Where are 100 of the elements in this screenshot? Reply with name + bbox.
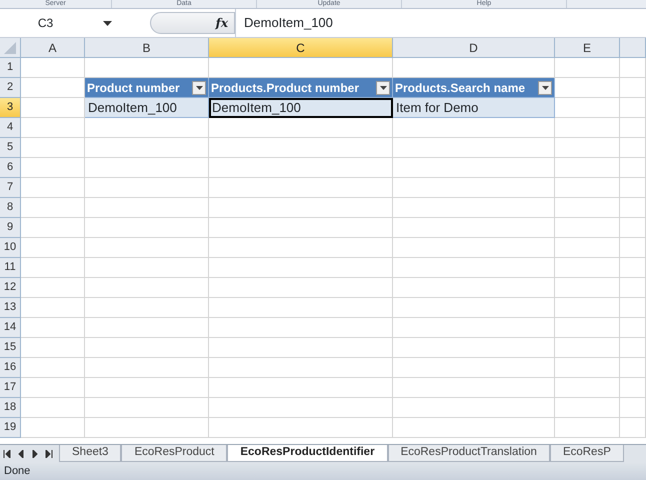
grid-cell[interactable] [555, 418, 620, 438]
grid-cell[interactable] [21, 118, 85, 138]
formula-input[interactable]: DemoItem_100 [235, 9, 646, 37]
grid-cell[interactable] [555, 258, 620, 278]
table-cell[interactable]: DemoItem_100 [209, 98, 393, 118]
grid-cell[interactable] [21, 398, 85, 418]
row-header[interactable]: 11 [0, 258, 21, 278]
grid-cell[interactable] [555, 158, 620, 178]
last-sheet-icon[interactable] [45, 450, 53, 458]
grid-cell[interactable] [620, 78, 646, 98]
grid-cell[interactable] [209, 318, 393, 338]
grid-cell[interactable] [620, 218, 646, 238]
row-header[interactable]: 17 [0, 378, 21, 398]
grid-cell[interactable] [620, 198, 646, 218]
grid-cell[interactable] [620, 118, 646, 138]
grid-cell[interactable] [21, 338, 85, 358]
grid-cell[interactable] [21, 158, 85, 178]
grid-cell[interactable] [393, 318, 555, 338]
grid-cell[interactable] [21, 318, 85, 338]
grid-cell[interactable] [85, 398, 209, 418]
grid-cell[interactable] [393, 138, 555, 158]
grid-cell[interactable] [620, 238, 646, 258]
grid-cell[interactable] [555, 218, 620, 238]
grid-cell[interactable] [393, 238, 555, 258]
grid-cell[interactable] [555, 358, 620, 378]
grid-cell[interactable] [393, 358, 555, 378]
grid-cell[interactable] [21, 218, 85, 238]
table-cell[interactable]: Item for Demo [393, 98, 555, 118]
grid-cell[interactable] [555, 378, 620, 398]
grid-cell[interactable] [85, 138, 209, 158]
grid-cell[interactable] [555, 278, 620, 298]
grid-cell[interactable] [555, 178, 620, 198]
table-cell[interactable]: DemoItem_100 [85, 98, 209, 118]
column-header[interactable]: E [555, 38, 620, 58]
grid-cell[interactable] [555, 138, 620, 158]
grid-cell[interactable] [85, 178, 209, 198]
grid-cell[interactable] [620, 178, 646, 198]
grid-cell[interactable] [85, 318, 209, 338]
grid-cell[interactable] [209, 138, 393, 158]
row-header[interactable]: 4 [0, 118, 21, 138]
column-header[interactable]: A [21, 38, 85, 58]
grid-cell[interactable] [209, 378, 393, 398]
grid-cell[interactable] [21, 358, 85, 378]
sheet-tab[interactable]: EcoResP [550, 445, 624, 462]
grid-cell[interactable] [21, 198, 85, 218]
grid-cell[interactable] [21, 58, 85, 78]
grid-cell[interactable] [85, 378, 209, 398]
filter-button[interactable] [376, 80, 390, 94]
grid-cell[interactable] [393, 178, 555, 198]
grid-cell[interactable] [21, 258, 85, 278]
grid-cell[interactable] [209, 338, 393, 358]
grid-cell[interactable] [209, 198, 393, 218]
grid-cell[interactable] [555, 78, 620, 98]
grid-cell[interactable] [21, 238, 85, 258]
grid-cell[interactable] [620, 418, 646, 438]
grid-cell[interactable] [620, 278, 646, 298]
grid-cell[interactable] [393, 298, 555, 318]
grid-cell[interactable] [85, 278, 209, 298]
filter-button[interactable] [192, 80, 206, 94]
grid-cell[interactable] [620, 338, 646, 358]
grid-cell[interactable] [85, 298, 209, 318]
grid-cell[interactable] [85, 418, 209, 438]
grid-cell[interactable] [393, 338, 555, 358]
row-header[interactable]: 5 [0, 138, 21, 158]
grid-cell[interactable] [85, 238, 209, 258]
sheet-tab[interactable]: EcoResProductTranslation [388, 445, 550, 462]
grid-cell[interactable] [620, 138, 646, 158]
grid-cell[interactable] [85, 358, 209, 378]
grid-cell[interactable] [209, 178, 393, 198]
grid-cell[interactable] [209, 278, 393, 298]
grid-cell[interactable] [209, 418, 393, 438]
filter-button[interactable] [538, 80, 552, 94]
grid-cell[interactable] [620, 398, 646, 418]
grid-cell[interactable] [393, 198, 555, 218]
grid-cell[interactable] [21, 378, 85, 398]
grid-cell[interactable] [85, 258, 209, 278]
column-header[interactable]: B [85, 38, 209, 58]
grid-cell[interactable] [21, 178, 85, 198]
row-header[interactable]: 15 [0, 338, 21, 358]
grid-cell[interactable] [555, 298, 620, 318]
first-sheet-icon[interactable] [3, 450, 11, 458]
grid-cell[interactable] [555, 318, 620, 338]
row-header[interactable]: 1 [0, 58, 21, 78]
row-header[interactable]: 12 [0, 278, 21, 298]
row-header[interactable]: 6 [0, 158, 21, 178]
row-header[interactable]: 14 [0, 318, 21, 338]
grid-cell[interactable] [620, 58, 646, 78]
column-header[interactable]: D [393, 38, 555, 58]
grid-cell[interactable] [620, 378, 646, 398]
next-sheet-icon[interactable] [31, 450, 39, 458]
grid-cell[interactable] [85, 118, 209, 138]
sheet-tab[interactable]: EcoResProductIdentifier [227, 445, 388, 462]
grid-cell[interactable] [209, 238, 393, 258]
grid-cell[interactable] [85, 218, 209, 238]
grid-cell[interactable] [393, 378, 555, 398]
grid-cell[interactable] [620, 358, 646, 378]
grid-cell[interactable] [209, 298, 393, 318]
grid-cell[interactable] [555, 238, 620, 258]
grid-cell[interactable] [209, 158, 393, 178]
row-header[interactable]: 3 [0, 98, 21, 118]
